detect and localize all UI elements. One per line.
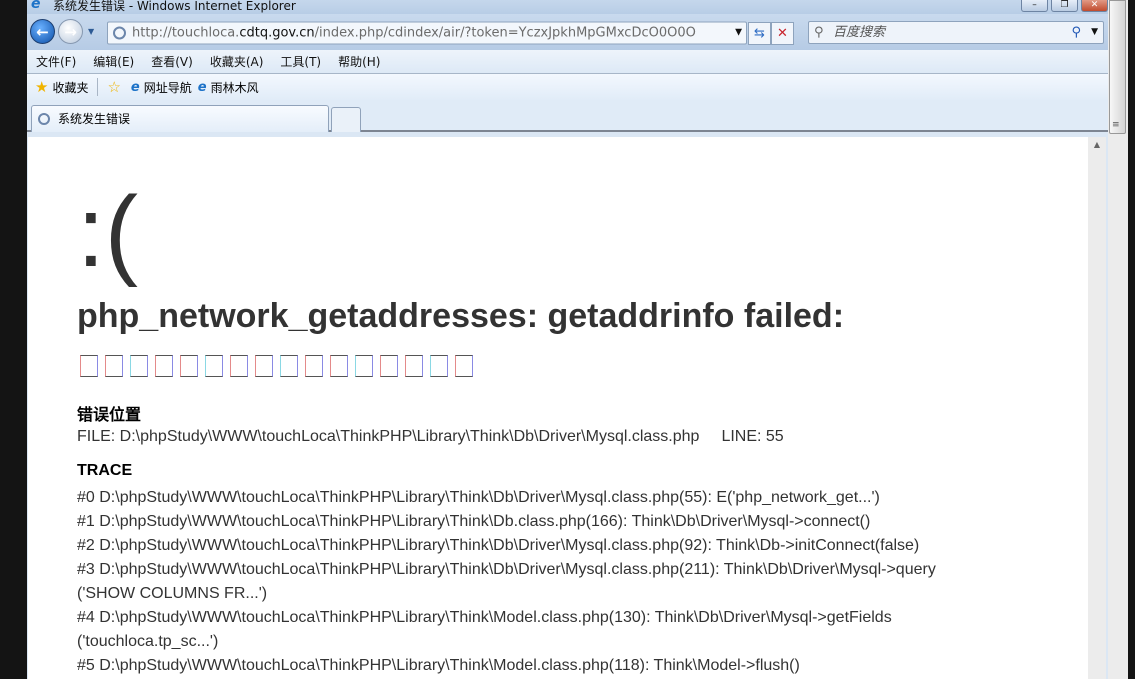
tab-title: 系统发生错误 (58, 112, 131, 126)
search-placeholder: 百度搜索 (833, 25, 886, 40)
trace-line: #1 D:\phpStudy\WWW\touchLoca\ThinkPHP\Li… (77, 513, 871, 530)
missing-glyph-box (80, 355, 98, 377)
scroll-thumb[interactable] (1109, 0, 1126, 134)
favorites-button[interactable]: 收藏夹 (52, 79, 88, 96)
missing-glyph-box (355, 355, 373, 377)
stop-button[interactable]: ✕ (771, 22, 794, 45)
trace-line: #2 D:\phpStudy\WWW\touchLoca\ThinkPHP\Li… (77, 537, 920, 554)
page-icon (113, 26, 126, 40)
missing-glyph-box (305, 355, 323, 377)
restore-button[interactable]: ❐ (1051, 0, 1078, 12)
page-scrollbar[interactable]: ▲ (1088, 137, 1106, 679)
missing-glyph-box (380, 355, 398, 377)
error-location-heading: 错误位置 (77, 407, 142, 424)
page-icon (38, 113, 50, 125)
trace-line: #0 D:\phpStudy\WWW\touchLoca\ThinkPHP\Li… (77, 489, 880, 506)
menu-bar: 文件(F) 编辑(E) 查看(V) 收藏夹(A) 工具(T) 帮助(H) (27, 50, 1108, 74)
title-bar: e 系统发生错误 - Windows Internet Explorer – ❐… (27, 0, 1108, 14)
missing-glyph-box (255, 355, 273, 377)
garbled-text (80, 355, 473, 377)
search-go-icon[interactable]: ⚲ (1071, 22, 1081, 43)
error-message: php_network_getaddresses: getaddrinfo fa… (77, 297, 845, 335)
missing-glyph-box (130, 355, 148, 377)
divider (97, 78, 99, 96)
outer-scrollbar[interactable]: ≡ (1108, 0, 1128, 679)
search-input[interactable]: ⚲ 百度搜索 ⚲ ▼ (808, 21, 1104, 44)
minimize-button[interactable]: – (1021, 0, 1048, 12)
missing-glyph-box (330, 355, 348, 377)
missing-glyph-box (280, 355, 298, 377)
navigation-bar: ← → ▼ http://touchloca.cdtq.gov.cn/index… (27, 14, 1108, 50)
menu-edit[interactable]: 编辑(E) (93, 53, 134, 70)
tab-bar: 系统发生错误 (27, 100, 1108, 132)
missing-glyph-box (180, 355, 198, 377)
browser-window: e 系统发生错误 - Windows Internet Explorer – ❐… (27, 0, 1108, 679)
line-number: LINE: 55 (721, 428, 784, 445)
add-favorite-icon[interactable]: ☆ (107, 78, 120, 96)
window-title: 系统发生错误 - Windows Internet Explorer (53, 0, 296, 13)
trace-heading: TRACE (77, 462, 133, 479)
search-magnifier-icon: ⚲ (814, 25, 824, 40)
tab-active[interactable]: 系统发生错误 (31, 105, 329, 132)
address-bar[interactable]: http://touchloca.cdtq.gov.cn/index.php/c… (107, 21, 747, 45)
grip-icon: ≡ (1112, 120, 1120, 130)
missing-glyph-box (105, 355, 123, 377)
ie-page-icon: e (197, 79, 207, 95)
url-domain: cdtq.gov.cn (239, 25, 315, 41)
trace-line: ('touchloca.tp_sc...') (77, 633, 219, 650)
ie-logo-icon: e (31, 0, 41, 12)
close-button[interactable]: ✕ (1081, 0, 1108, 12)
favorites-bar: ★ 收藏夹 ☆ e 网址导航 e 雨林木风 (27, 74, 1108, 100)
trace-line: #5 D:\phpStudy\WWW\touchLoca\ThinkPHP\Li… (77, 657, 800, 674)
forward-button[interactable]: → (58, 19, 83, 44)
menu-favorites[interactable]: 收藏夹(A) (210, 53, 264, 70)
new-tab-button[interactable] (331, 107, 361, 132)
missing-glyph-box (230, 355, 248, 377)
trace-line: #3 D:\phpStudy\WWW\touchLoca\ThinkPHP\Li… (77, 561, 936, 578)
page-content: :( php_network_getaddresses: getaddrinfo… (28, 137, 1088, 679)
missing-glyph-box (430, 355, 448, 377)
url-suffix: /index.php/cdindex/air/?token=YczxJpkhMp… (314, 25, 696, 41)
fav-link-yulin[interactable]: 雨林木风 (211, 79, 259, 96)
scroll-up-icon[interactable]: ▲ (1088, 137, 1106, 149)
url-prefix: http://touchloca. (132, 25, 240, 41)
missing-glyph-box (155, 355, 173, 377)
sad-face: :( (77, 176, 139, 288)
menu-tools[interactable]: 工具(T) (280, 53, 321, 70)
menu-view[interactable]: 查看(V) (151, 53, 193, 70)
ie-page-icon: e (130, 79, 140, 95)
recent-pages-dropdown[interactable]: ▼ (88, 27, 94, 36)
search-dropdown-icon[interactable]: ▼ (1091, 22, 1098, 43)
missing-glyph-box (455, 355, 473, 377)
missing-glyph-box (405, 355, 423, 377)
file-path: FILE: D:\phpStudy\WWW\touchLoca\ThinkPHP… (77, 428, 700, 445)
trace-line: ('SHOW COLUMNS FR...') (77, 585, 268, 602)
refresh-button[interactable]: ⇆ (748, 22, 771, 45)
menu-help[interactable]: 帮助(H) (338, 53, 380, 70)
fav-link-nav[interactable]: 网址导航 (144, 79, 192, 96)
trace-line: #4 D:\phpStudy\WWW\touchLoca\ThinkPHP\Li… (77, 609, 892, 626)
favorites-star-icon: ★ (35, 78, 49, 96)
error-file: FILE: D:\phpStudy\WWW\touchLoca\ThinkPHP… (77, 428, 784, 446)
menu-file[interactable]: 文件(F) (36, 53, 76, 70)
missing-glyph-box (205, 355, 223, 377)
address-dropdown-icon[interactable]: ▼ (735, 23, 742, 44)
back-button[interactable]: ← (30, 19, 55, 44)
